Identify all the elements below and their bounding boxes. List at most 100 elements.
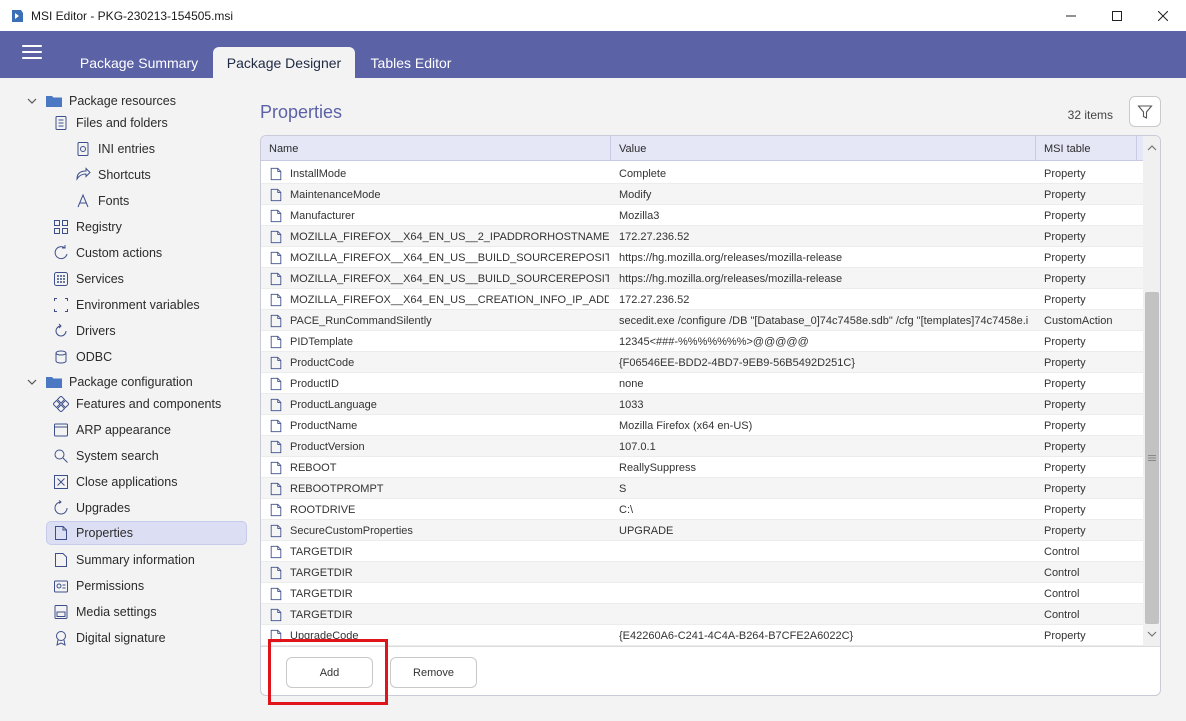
sidebar-item-registry[interactable]: Registry	[53, 215, 122, 239]
sidebar-item-services[interactable]: Services	[53, 267, 124, 291]
sidebar-item-summary-information[interactable]: Summary information	[53, 548, 195, 572]
upgrade-icon	[53, 500, 69, 516]
sidebar-item-label: Drivers	[76, 324, 116, 338]
menu-button[interactable]	[22, 45, 42, 61]
close-button[interactable]	[1140, 0, 1186, 31]
sidebar-item-permissions[interactable]: Permissions	[53, 574, 144, 598]
sidebar-item-close-applications[interactable]: Close applications	[53, 470, 177, 494]
property-msi-table: Property	[1044, 503, 1086, 516]
highlight-box	[268, 639, 388, 705]
sidebar-item-properties[interactable]: Properties	[46, 521, 247, 545]
table-row[interactable]: ProductName Mozilla Firefox (x64 en-US) Pr…	[261, 415, 1143, 436]
table-row[interactable]: ProductLanguage 1033 Property	[261, 394, 1143, 415]
sidebar-item-label: Shortcuts	[98, 168, 151, 182]
maximize-button[interactable]	[1094, 0, 1140, 31]
table-row[interactable]: TARGETDIR Control	[261, 583, 1143, 604]
table-row[interactable]: MOZILLA_FIREFOX__X64_EN_US__BUILD_SOURCE…	[261, 247, 1143, 268]
ini-icon	[75, 141, 91, 157]
filter-icon	[1137, 104, 1153, 119]
property-name: ProductLanguage	[290, 398, 377, 411]
scroll-up-icon[interactable]	[1143, 140, 1160, 156]
sidebar-item-upgrades[interactable]: Upgrades	[53, 496, 130, 520]
table-row[interactable]: ProductCode {F06546EE-BDD2-4BD7-9EB9-56B5…	[261, 352, 1143, 373]
table-row[interactable]: MOZILLA_FIREFOX__X64_EN_US__BUILD_SOURCE…	[261, 268, 1143, 289]
property-msi-table: CustomAction	[1044, 314, 1113, 327]
table-row[interactable]: Manufacturer Mozilla3 Property	[261, 205, 1143, 226]
table-row[interactable]: PIDTemplate 12345<###-%%%%%%%>@@@@@ Proper…	[261, 331, 1143, 352]
tab-package-summary[interactable]: Package Summary	[68, 47, 210, 78]
column-header-name[interactable]: Name	[261, 136, 611, 161]
table-row[interactable]: SecureCustomProperties UPGRADE Property	[261, 520, 1143, 541]
tree-group-package-resources[interactable]: Package resources	[46, 89, 176, 113]
sidebar-item-drivers[interactable]: Drivers	[53, 319, 116, 343]
tree-group-package-configuration[interactable]: Package configuration	[46, 370, 193, 394]
vertical-scrollbar[interactable]	[1143, 136, 1160, 646]
table-row[interactable]: PACE_RunCommandSilently secedit.exe /conf…	[261, 310, 1143, 331]
property-msi-table: Property	[1044, 293, 1086, 306]
scroll-down-icon[interactable]	[1143, 626, 1160, 642]
property-name: PACE_RunCommandSilently	[290, 314, 432, 327]
sidebar-item-digital-signature[interactable]: Digital signature	[53, 626, 166, 650]
table-row[interactable]: MOZILLA_FIREFOX__X64_EN_US__CREATION_INF…	[261, 289, 1143, 310]
table-row[interactable]: ROOTDRIVE C:\ Property	[261, 499, 1143, 520]
property-icon	[270, 503, 282, 516]
table-row[interactable]: MaintenanceMode Modify Property	[261, 184, 1143, 205]
property-name: ROOTDRIVE	[290, 503, 356, 516]
property-msi-table: Property	[1044, 188, 1086, 201]
property-icon	[270, 524, 282, 537]
sidebar-item-label: Summary information	[76, 553, 195, 567]
property-msi-table: Property	[1044, 377, 1086, 390]
tab-tables-editor[interactable]: Tables Editor	[358, 47, 464, 78]
table-row[interactable]: REBOOT ReallySuppress Property	[261, 457, 1143, 478]
sidebar-item-label: Files and folders	[76, 116, 168, 130]
cell-name: TARGETDIR	[269, 541, 609, 562]
minimize-button[interactable]	[1048, 0, 1094, 31]
sidebar-item-media-settings[interactable]: Media settings	[53, 600, 157, 624]
column-header-value[interactable]: Value	[611, 136, 1036, 161]
sidebar-item-features-and-components[interactable]: Features and components	[53, 392, 221, 416]
filter-button[interactable]	[1129, 96, 1161, 127]
property-msi-table: Control	[1044, 608, 1080, 621]
property-icon	[270, 251, 282, 264]
property-msi-table: Property	[1044, 335, 1086, 348]
table-row[interactable]: InstallMode Complete Property	[261, 163, 1143, 184]
sidebar-item-shortcuts[interactable]: Shortcuts	[75, 163, 151, 187]
shortcut-icon	[75, 167, 91, 183]
drivers-icon	[53, 323, 69, 339]
sidebar-item-system-search[interactable]: System search	[53, 444, 159, 468]
sidebar-item-fonts[interactable]: Fonts	[75, 189, 129, 213]
tab-package-designer[interactable]: Package Designer	[213, 47, 355, 78]
hamburger-line	[22, 51, 42, 53]
sidebar-item-odbc[interactable]: ODBC	[53, 345, 112, 369]
table-row[interactable]: TARGETDIR Control	[261, 604, 1143, 625]
sidebar-item-custom-actions[interactable]: Custom actions	[53, 241, 162, 265]
sidebar-item-ini-entries[interactable]: INI entries	[75, 137, 155, 161]
cell-name: PACE_RunCommandSilently	[269, 310, 609, 331]
table-row[interactable]: MOZILLA_FIREFOX__X64_EN_US__2_IPADDRORHO…	[261, 226, 1143, 247]
chevron-down-icon[interactable]	[27, 96, 37, 106]
property-value: {E42260A6-C241-4C4A-B264-B7CFE2A6022C}	[619, 629, 854, 642]
property-name: MOZILLA_FIREFOX__X64_EN_US__BUILD_SOURCE…	[290, 272, 609, 285]
property-msi-table: Property	[1044, 461, 1086, 474]
sidebar-item-label: INI entries	[98, 142, 155, 156]
maximize-icon	[1112, 10, 1122, 21]
sidebar-item-files-and-folders[interactable]: Files and folders	[53, 111, 168, 135]
property-name: TARGETDIR	[290, 608, 353, 621]
table-row[interactable]: TARGETDIR Control	[261, 541, 1143, 562]
properties-panel: Name Value MSI table InstallMode Complete…	[260, 135, 1161, 696]
chevron-down-icon[interactable]	[27, 377, 37, 387]
table-row[interactable]: UpgradeCode {E42260A6-C241-4C4A-B264-B7CF…	[261, 625, 1143, 646]
column-header-msi-table[interactable]: MSI table	[1036, 136, 1137, 161]
sidebar-item-arp-appearance[interactable]: ARP appearance	[53, 418, 171, 442]
cell-name: MOZILLA_FIREFOX__X64_EN_US__BUILD_SOURCE…	[269, 268, 609, 289]
table-header: Name Value MSI table	[261, 136, 1160, 161]
table-row[interactable]: TARGETDIR Control	[261, 562, 1143, 583]
table-row[interactable]: ProductID none Property	[261, 373, 1143, 394]
table-row[interactable]: ProductVersion 107.0.1 Property	[261, 436, 1143, 457]
folder-icon	[46, 374, 62, 390]
tree-group-label: Package resources	[69, 94, 177, 108]
property-value: UPGRADE	[619, 524, 674, 537]
remove-button[interactable]: Remove	[390, 657, 477, 688]
sidebar-item-environment-variables[interactable]: Environment variables	[53, 293, 200, 317]
table-row[interactable]: REBOOTPROMPT S Property	[261, 478, 1143, 499]
